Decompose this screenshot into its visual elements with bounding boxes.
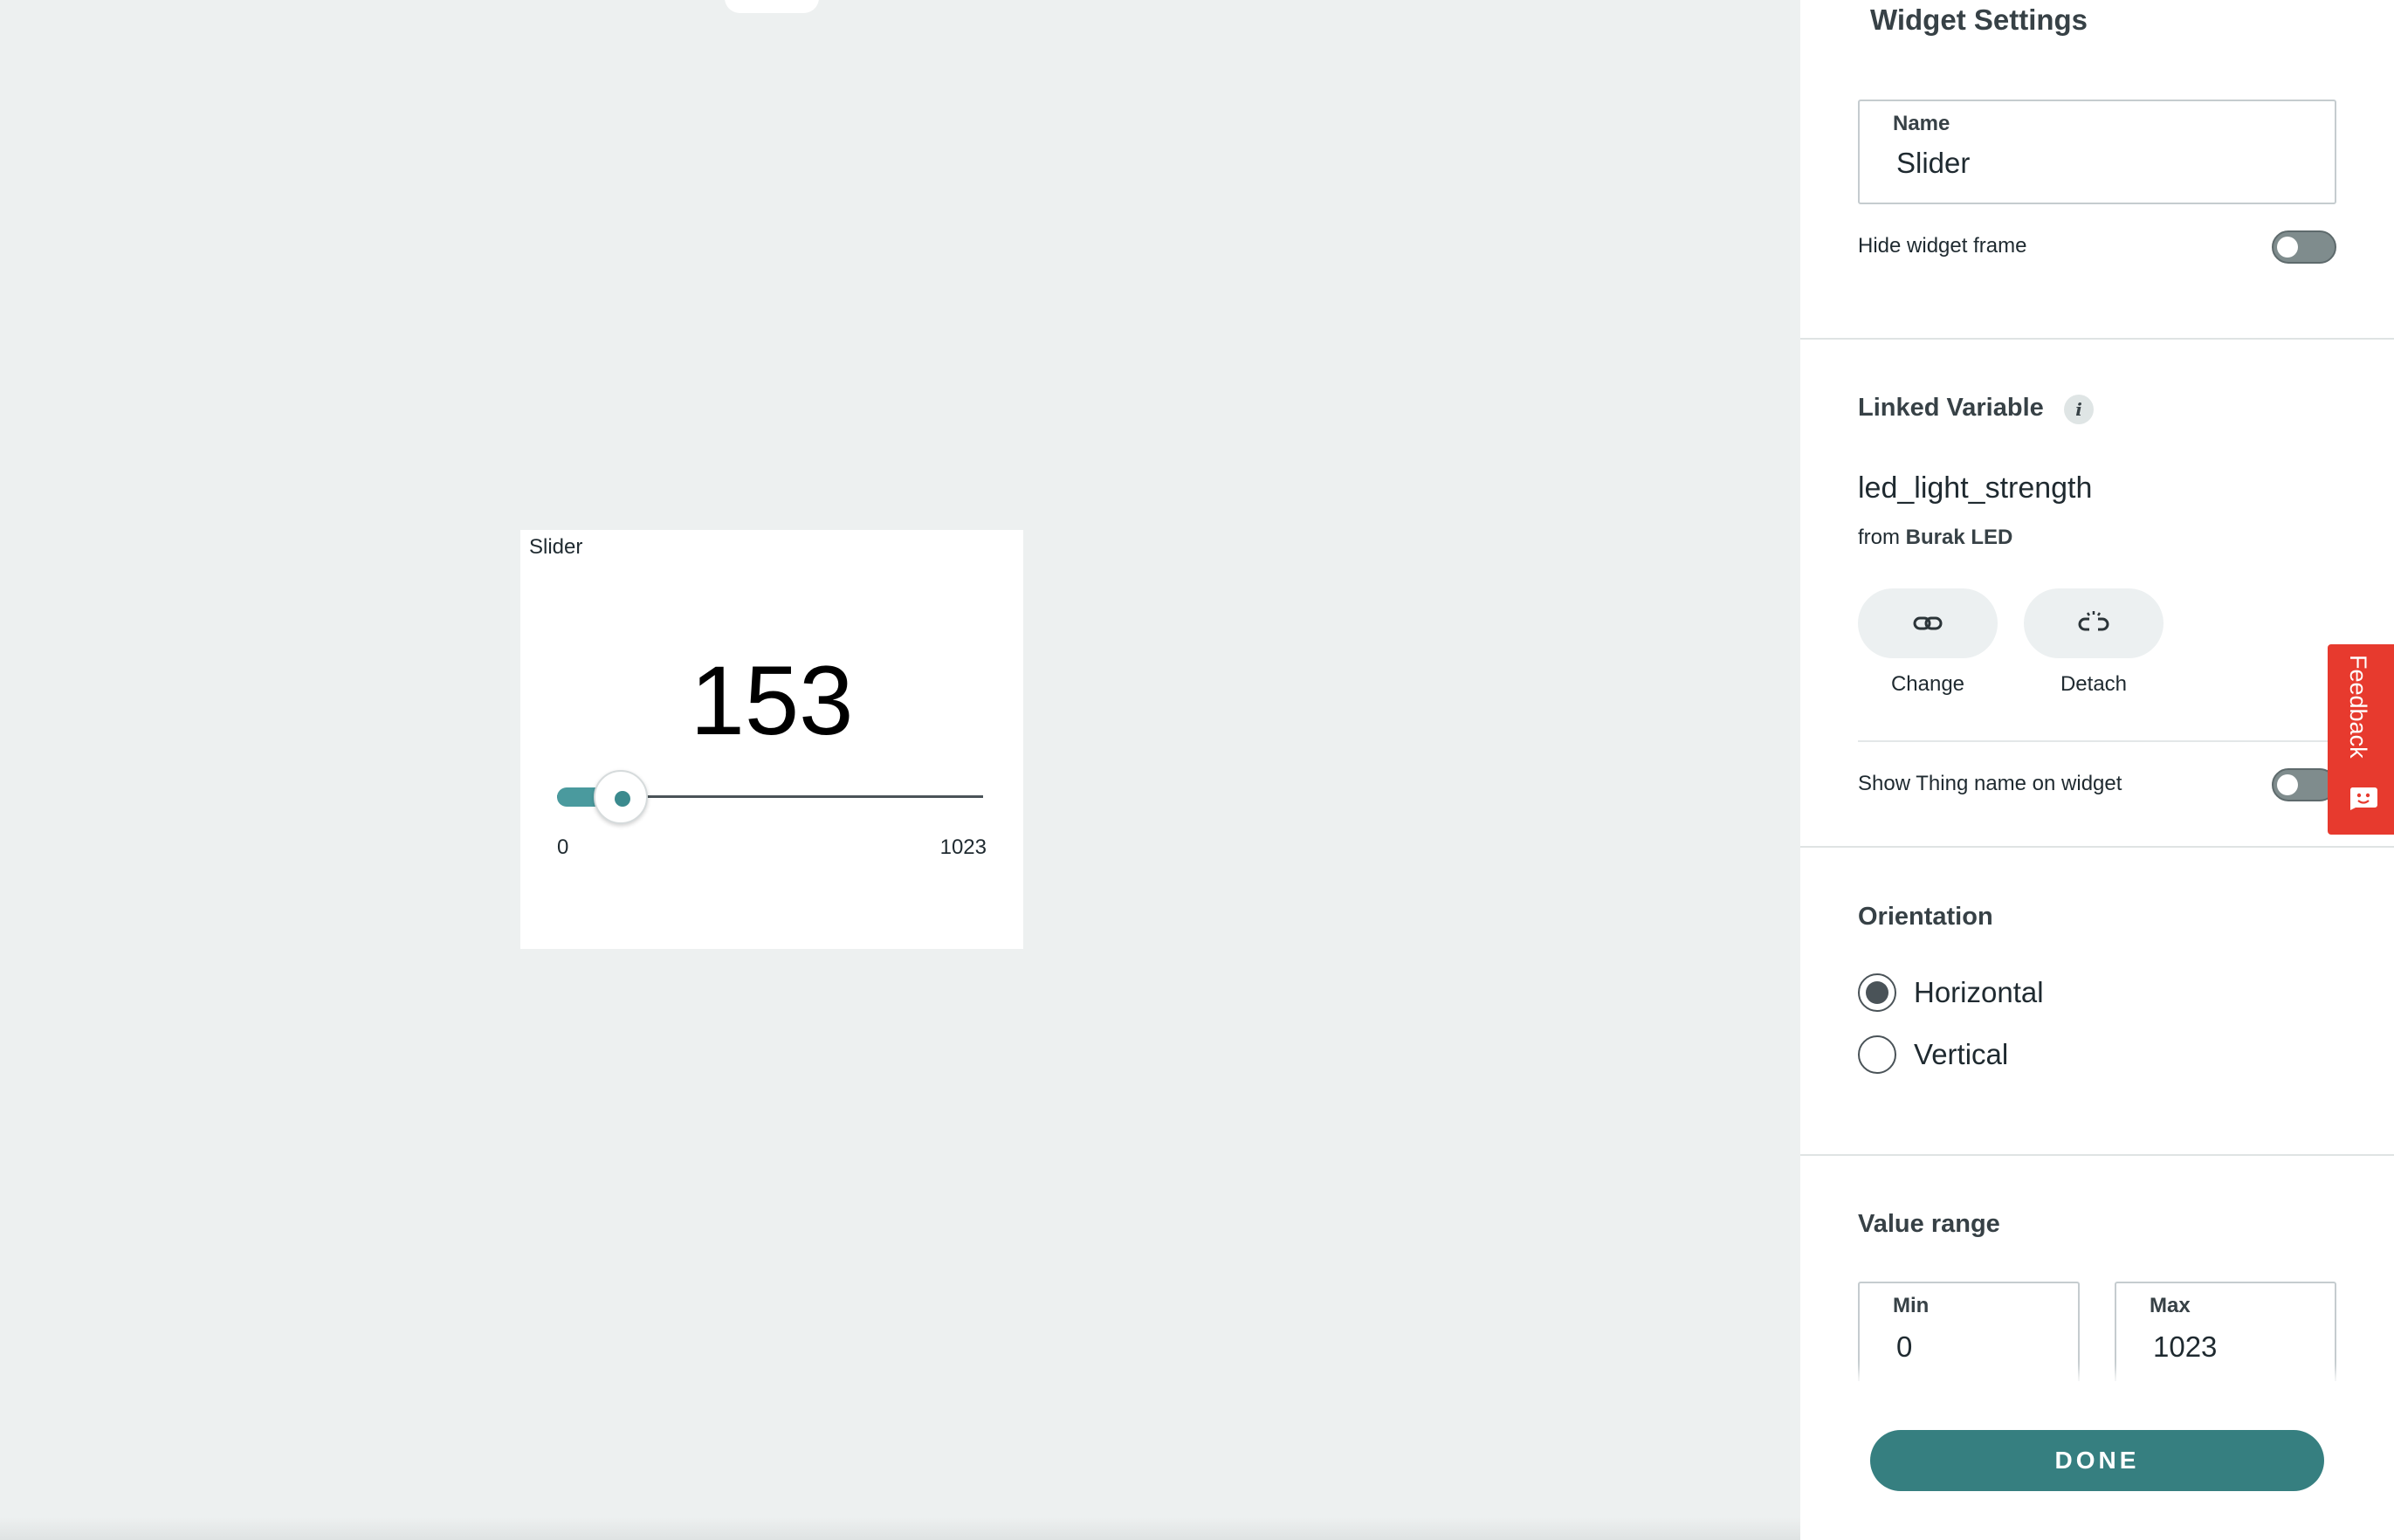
feedback-label: Feedback: [2345, 655, 2371, 759]
name-input[interactable]: [1896, 147, 2277, 180]
unlink-icon: [2078, 611, 2109, 631]
canvas-top-tab[interactable]: [725, 0, 819, 13]
slider-widget[interactable]: Slider 153 0 1023: [520, 530, 1023, 949]
section-divider: [1800, 338, 2394, 340]
value-range-title: Value range: [1858, 1210, 2000, 1238]
min-input[interactable]: [1896, 1330, 2071, 1364]
max-field[interactable]: Max: [2115, 1282, 2336, 1395]
slider-thumb[interactable]: [594, 770, 648, 824]
thing-name: Burak LED: [1905, 526, 2013, 549]
done-button[interactable]: DONE: [1870, 1430, 2324, 1491]
feedback-tab[interactable]: Feedback: [2328, 644, 2394, 835]
show-thing-name-toggle[interactable]: [2272, 768, 2336, 801]
change-button[interactable]: [1858, 588, 1998, 658]
linked-variable-source: from Burak LED: [1858, 526, 2012, 550]
detach-button[interactable]: [2024, 588, 2164, 658]
link-icon: [1913, 616, 1943, 630]
section-divider: [1800, 846, 2394, 848]
orientation-option-vertical[interactable]: Vertical: [1858, 1035, 2008, 1074]
name-field[interactable]: Name: [1858, 100, 2336, 204]
hide-frame-toggle[interactable]: [2272, 230, 2336, 264]
hide-frame-label: Hide widget frame: [1858, 234, 2027, 258]
radio-label-horizontal: Horizontal: [1914, 976, 2044, 1008]
radio-vertical[interactable]: [1858, 1035, 1896, 1074]
widget-value: 153: [690, 646, 854, 755]
min-field-label: Min: [1893, 1294, 1930, 1317]
section-divider: [1800, 1154, 2394, 1156]
dashboard-canvas: Slider 153 0 1023: [0, 0, 1800, 1540]
radio-horizontal[interactable]: [1858, 973, 1896, 1012]
change-label: Change: [1890, 672, 1965, 696]
widget-settings-panel: Widget Settings Name Hide widget frame L…: [1800, 0, 2394, 1540]
detach-label: Detach: [2060, 672, 2128, 696]
toggle-knob: [2277, 774, 2298, 795]
panel-title: Widget Settings: [1870, 3, 2088, 36]
max-field-label: Max: [2150, 1294, 2191, 1317]
radio-label-vertical: Vertical: [1914, 1038, 2009, 1070]
from-prefix: from: [1858, 526, 1900, 549]
slider-min-label: 0: [557, 835, 569, 859]
canvas-bottom-bar: [0, 1517, 1800, 1540]
linked-variable-title: Linked Variable: [1858, 394, 2044, 422]
inner-divider: [1858, 740, 2394, 742]
linked-variable-name: led_light_strength: [1858, 471, 2093, 505]
info-icon[interactable]: i: [2064, 395, 2094, 424]
show-thing-name-label: Show Thing name on widget: [1858, 772, 2122, 795]
toggle-knob: [2277, 237, 2298, 258]
widget-title: Slider: [529, 535, 583, 559]
min-field[interactable]: Min: [1858, 1282, 2080, 1395]
orientation-title: Orientation: [1858, 903, 1993, 931]
max-input[interactable]: [2153, 1330, 2328, 1364]
feedback-face-icon: [2349, 787, 2377, 810]
name-field-label: Name: [1893, 112, 1950, 135]
orientation-option-horizontal[interactable]: Horizontal: [1858, 973, 2044, 1012]
slider-max-label: 1023: [939, 835, 987, 859]
